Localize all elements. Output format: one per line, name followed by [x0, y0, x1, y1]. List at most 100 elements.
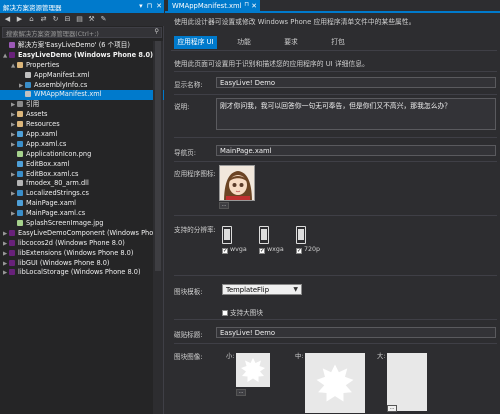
resolution-checkbox[interactable]: ✓ — [259, 248, 265, 254]
tree-node-label: fmodex_80_arm.dll — [26, 179, 89, 188]
properties-icon[interactable]: ⚒ — [87, 15, 96, 24]
solution-explorer-search-input[interactable]: 搜索解决方案资源管理器(Ctrl+;) ⚲ — [2, 27, 162, 38]
tile-title-field[interactable]: EasyLive! Demo — [216, 327, 496, 338]
description-field[interactable]: 刚才你问我，我可以回答你一句无可奉告，但是你们又不高兴，那我怎么办？ — [216, 98, 496, 130]
tile-template-value: TemplateFlip — [226, 286, 270, 294]
proj-icon — [9, 239, 15, 246]
resolution-option[interactable]: ✓ 720p — [296, 246, 320, 254]
nav-page-field[interactable]: MainPage.xaml — [216, 145, 496, 156]
document-tab[interactable]: WMAppManifest.xml ⊓ ✕ — [168, 0, 260, 13]
display-name-field[interactable]: EasyLive! Demo — [216, 77, 496, 88]
tree-node[interactable]: fmodex_80_arm.dll — [0, 179, 164, 189]
resolution-label: wvga — [230, 246, 247, 253]
solution-explorer-title-bar: 解决方案资源管理器 ▾ ⊓ ✕ — [0, 0, 164, 13]
browse-icon-button[interactable]: ... — [219, 202, 229, 209]
wrench-icon[interactable]: ✎ — [99, 15, 108, 24]
tree-node[interactable]: ▶ libExtensions (Windows Phone 8.0) — [0, 249, 164, 259]
resolutions-group: ✓ wvga ✓ wxga ✓ 720p — [222, 226, 342, 266]
tree-node[interactable]: ▶ libcocos2d (Windows Phone 8.0) — [0, 239, 164, 249]
chevron-down-icon: ▼ — [293, 286, 298, 293]
close-tab-icon[interactable]: ✕ — [251, 2, 257, 10]
tab-3[interactable]: 打包 — [318, 36, 358, 49]
back-icon[interactable]: ◀ — [3, 15, 12, 24]
proj-icon — [9, 229, 15, 236]
home-icon[interactable]: ⌂ — [27, 15, 36, 24]
tree-node-label: AssemblyInfo.cs — [34, 80, 88, 89]
tree-node[interactable]: ▶ EditBox.xaml.cs — [0, 170, 164, 180]
tree-node[interactable]: ▲ EasyLiveDemo (Windows Phone 8.0) — [0, 51, 164, 61]
tile-template-label: 图块模板: — [174, 288, 203, 296]
large-tile-checkbox[interactable] — [222, 310, 228, 316]
tree-node[interactable]: ▶ Resources — [0, 120, 164, 130]
tile-template-select[interactable]: TemplateFlip ▼ — [222, 284, 302, 295]
proj-icon — [9, 269, 15, 276]
close-icon[interactable]: ✕ — [156, 2, 162, 10]
resolution-checkbox[interactable]: ✓ — [222, 248, 228, 254]
show-all-files-icon[interactable]: ▤ — [75, 15, 84, 24]
resolutions-label: 支持的分辨率: — [174, 226, 216, 234]
proj-icon — [9, 259, 15, 266]
divider — [174, 94, 497, 95]
scrollbar-thumb[interactable] — [155, 41, 161, 271]
tab-1[interactable]: 功能 — [224, 36, 264, 49]
tree-node[interactable]: ▶ libLocalStorage (Windows Phone 8.0) — [0, 268, 164, 278]
large-tile-label: 支持大图块 — [230, 309, 263, 317]
tree-node[interactable]: ▶ MainPage.xaml.cs — [0, 209, 164, 219]
resolution-option[interactable]: ✓ wvga — [222, 246, 247, 254]
tile-title-label: 磁贴标题: — [174, 331, 203, 339]
resolution-checkbox[interactable]: ✓ — [296, 248, 302, 254]
tree-node[interactable]: WMAppManifest.xml — [0, 90, 164, 101]
tree-node[interactable]: MainPage.xaml — [0, 199, 164, 209]
tree-node[interactable]: ▲ Properties — [0, 61, 164, 71]
tree-node[interactable]: SplashScreenImage.jpg — [0, 219, 164, 229]
collapse-all-icon[interactable]: ⊟ — [63, 15, 72, 24]
tree-node-label: libLocalStorage (Windows Phone 8.0) — [18, 268, 141, 277]
tree-node-label: libExtensions (Windows Phone 8.0) — [18, 248, 134, 257]
cs-icon — [17, 170, 23, 177]
tree-node[interactable]: ▶ LocalizedStrings.cs — [0, 189, 164, 199]
tree-node[interactable]: EditBox.xaml — [0, 160, 164, 170]
xaml-icon — [17, 160, 23, 167]
xaml-icon — [17, 131, 23, 138]
tree-scrollbar[interactable] — [153, 41, 163, 414]
tree-node[interactable]: ▶ Assets — [0, 110, 164, 120]
tree-node[interactable]: AppManifest.xml — [0, 71, 164, 81]
panel-intro: 使用此页面可设置用于识别和描述您的应用程序的 UI 详细信息。 — [174, 60, 369, 68]
tree-node-label: Properties — [26, 60, 60, 69]
tree-node[interactable]: ▶ App.xaml — [0, 130, 164, 140]
solution-explorer: 解决方案资源管理器 ▾ ⊓ ✕ ◀ ▶ ⌂ ⇄ ↻ ⊟ ▤ ⚒ ✎ 搜索解决方案… — [0, 0, 164, 414]
sync-icon[interactable]: ⇄ — [39, 15, 48, 24]
tree-node[interactable]: ▶ EasyLiveDemoComponent (Windows Phone 8.… — [0, 229, 164, 239]
tree-node-label: Assets — [26, 110, 48, 119]
divider — [174, 319, 497, 320]
tree-node[interactable]: ▶ 引用 — [0, 100, 164, 110]
tree-node-label: 引用 — [26, 100, 40, 109]
large-tile-size-label: 大: — [377, 353, 386, 360]
forward-icon[interactable]: ▶ — [15, 15, 24, 24]
tree-node[interactable]: 解决方案'EasyLiveDemo' (6 个项目) — [0, 41, 164, 51]
tab-2[interactable]: 要求 — [271, 36, 311, 49]
tree-node[interactable]: ApplicationIcon.png — [0, 150, 164, 160]
tree-node[interactable]: ▶ libGUI (Windows Phone 8.0) — [0, 259, 164, 269]
folder-icon — [17, 61, 23, 68]
tree-node-label: EasyLiveDemo (Windows Phone 8.0) — [18, 50, 154, 59]
refresh-icon[interactable]: ↻ — [51, 15, 60, 24]
dropdown-icon[interactable]: ▾ — [139, 2, 143, 10]
pin-icon[interactable]: ⊓ — [147, 2, 152, 10]
browse-small-tile-button[interactable]: ... — [236, 389, 246, 396]
resolution-option[interactable]: ✓ wxga — [259, 246, 284, 254]
large-tile-option[interactable]: 支持大图块 — [222, 307, 263, 317]
tab-0[interactable]: 应用程序 UI — [174, 36, 217, 49]
tree-node-label: libcocos2d (Windows Phone 8.0) — [18, 238, 125, 247]
search-icon[interactable]: ⚲ — [154, 28, 159, 35]
starburst-icon — [241, 358, 265, 382]
solution-explorer-title: 解决方案资源管理器 — [3, 4, 62, 12]
tree-node[interactable]: ▶ App.xaml.cs — [0, 140, 164, 150]
tree-node[interactable]: ▶ AssemblyInfo.cs — [0, 81, 164, 91]
small-tile-image — [236, 353, 270, 387]
pin-icon[interactable]: ⊓ — [244, 1, 249, 8]
cs-icon — [17, 210, 23, 217]
resolution-wvga: ✓ wvga — [222, 226, 247, 254]
browse-large-tile-button[interactable]: ... — [387, 405, 397, 412]
tree-node-label: ApplicationIcon.png — [26, 149, 92, 158]
